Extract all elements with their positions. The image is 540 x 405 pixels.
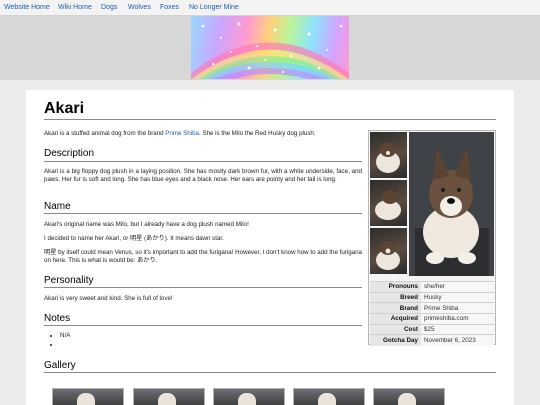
notes-heading: Notes <box>44 313 71 324</box>
table-row: Breed Husky <box>370 291 494 303</box>
row-key: Pronouns <box>370 281 421 293</box>
title-divider <box>44 119 496 120</box>
name-divider <box>44 213 362 214</box>
personality-heading: Personality <box>44 275 94 286</box>
row-value: $25 <box>421 323 494 335</box>
description-heading: Description <box>44 148 95 159</box>
table-row: Gotcha Day November 6, 2023 <box>370 334 494 346</box>
name-paragraph-1: Akari's original name was Milo, but I al… <box>44 221 249 228</box>
row-key: Gotcha Day <box>370 334 421 346</box>
personality-divider <box>44 287 362 288</box>
brand-link[interactable]: Prime Shiba <box>165 130 199 137</box>
row-value: Prime Shiba <box>421 302 494 314</box>
main-plush-photo[interactable] <box>409 132 494 276</box>
gallery-thumbnail[interactable] <box>133 388 205 405</box>
gallery-thumbnail[interactable] <box>373 388 445 405</box>
nav-link-wiki-home[interactable]: Wiki Home <box>58 3 92 12</box>
infobox-table: Pronouns she/her Breed Husky Brand Prime Sh… <box>370 281 494 346</box>
gallery-thumbnail[interactable] <box>213 388 285 405</box>
row-value: November 6, 2023 <box>421 334 494 346</box>
dog-photo <box>158 393 176 405</box>
top-nav: Website Home Wiki Home Dogs Wolves Foxes… <box>0 0 540 16</box>
nav-link-dogs[interactable]: Dogs <box>101 3 117 12</box>
row-key: Acquired <box>370 313 421 325</box>
infobox-thumbnail-1[interactable] <box>370 132 407 178</box>
notes-list: N/A <box>52 332 70 349</box>
rainbow-banner-image <box>191 16 349 79</box>
row-value: Husky <box>421 291 494 303</box>
name-paragraph-3: 明星 by itself could mean Venus, so it's i… <box>44 249 362 264</box>
dog-photo <box>318 393 336 405</box>
name-paragraph-2: I decided to name her Akari, or 明星 (あかり)… <box>44 235 224 242</box>
list-item: N/A <box>60 332 70 341</box>
gallery-thumbnail[interactable] <box>293 388 365 405</box>
personality-text: Akari is very sweet and kind. She is ful… <box>44 295 173 302</box>
name-heading: Name <box>44 201 71 212</box>
table-row: Brand Prime Shiba <box>370 302 494 314</box>
table-row: Cost $25 <box>370 323 494 335</box>
row-key: Breed <box>370 291 421 303</box>
nav-link-website-home[interactable]: Website Home <box>4 3 50 12</box>
nav-link-no-longer-mine[interactable]: No Longer Mine <box>189 3 239 12</box>
table-row: Acquired primeshiba.com <box>370 313 494 325</box>
table-row: Pronouns she/her <box>370 281 494 293</box>
list-item <box>60 341 70 350</box>
dog-photo <box>238 393 256 405</box>
row-key: Cost <box>370 323 421 335</box>
notes-divider <box>44 325 362 326</box>
infobox-thumbnail-2[interactable] <box>370 180 407 226</box>
nav-link-foxes[interactable]: Foxes <box>160 3 179 12</box>
page-title: Akari <box>44 100 85 117</box>
gallery-divider <box>44 372 496 373</box>
gallery-thumbnail[interactable] <box>52 388 124 405</box>
dog-photo <box>398 393 416 405</box>
row-value: primeshiba.com <box>421 313 494 325</box>
intro-paragraph: Akari is a stuffed animal dog from the b… <box>44 130 316 137</box>
header-banner <box>0 16 540 80</box>
nav-link-wolves[interactable]: Wolves <box>128 3 151 12</box>
description-text: Akari is a big floppy dog plush in a lay… <box>44 168 362 183</box>
dog-photo <box>77 393 95 405</box>
infobox-thumbnail-3[interactable] <box>370 228 407 274</box>
row-key: Brand <box>370 302 421 314</box>
gallery-heading: Gallery <box>44 360 76 371</box>
row-value: she/her <box>421 281 494 293</box>
description-divider <box>44 161 362 162</box>
